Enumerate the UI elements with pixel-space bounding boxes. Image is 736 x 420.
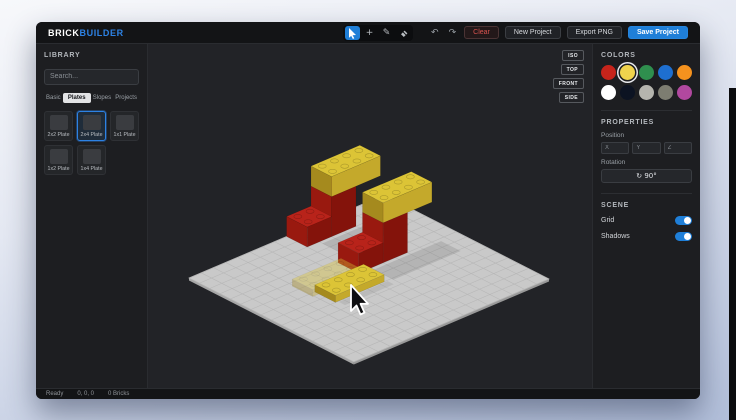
colors-title: COLORS: [601, 52, 692, 59]
select-tool-button[interactable]: [345, 26, 360, 40]
new-project-button[interactable]: New Project: [505, 26, 561, 39]
inspector-panel: COLORS PROPERTIES Position: [592, 44, 700, 388]
shadows-label: Shadows: [601, 233, 630, 240]
view-button-side[interactable]: SIDE: [559, 92, 584, 103]
grid-label: Grid: [601, 217, 614, 224]
item-label: 2x2 Plate: [48, 132, 70, 137]
properties-title: PROPERTIES: [601, 119, 692, 126]
scene-title: SCENE: [601, 202, 692, 209]
redo-icon[interactable]: ↷: [447, 28, 459, 38]
app-body: LIBRARY Basic Plates Slopes Projects 2x2…: [36, 44, 700, 388]
cursor-icon: [348, 28, 357, 39]
item-label: 2x4 Plate: [81, 132, 103, 137]
color-swatch-lightgray[interactable]: [639, 85, 654, 100]
tab-slopes[interactable]: Slopes: [91, 93, 113, 103]
desktop-background: BRICKBUILDER + ✎: [0, 0, 736, 420]
brick-thumbnail: [50, 149, 68, 164]
erase-tool-button[interactable]: [396, 26, 411, 40]
brush-icon: ✎: [383, 28, 391, 38]
clear-button[interactable]: Clear: [464, 26, 499, 39]
header-actions: ↶ ↷ Clear New Project Export PNG Save Pr…: [429, 26, 688, 39]
view-button-top[interactable]: TOP: [561, 64, 584, 75]
add-tool-button[interactable]: +: [362, 26, 377, 40]
rotation-label: Rotation: [601, 159, 692, 166]
tab-basic[interactable]: Basic: [44, 93, 63, 103]
brick-thumbnail: [116, 115, 134, 130]
paint-tool-button[interactable]: ✎: [379, 26, 394, 40]
tab-plates[interactable]: Plates: [63, 93, 91, 103]
status-bar: Ready 0, 0, 0 0 Bricks: [36, 388, 700, 399]
color-swatch-gray[interactable]: [658, 85, 673, 100]
color-swatch-red[interactable]: [601, 65, 616, 80]
library-tabs: Basic Plates Slopes Projects: [44, 93, 139, 103]
status-brick-count: 0 Bricks: [108, 391, 129, 397]
library-panel: LIBRARY Basic Plates Slopes Projects 2x2…: [36, 44, 148, 388]
shadows-toggle[interactable]: [675, 232, 692, 241]
color-swatch-white[interactable]: [601, 85, 616, 100]
position-y-field[interactable]: [632, 142, 660, 154]
status-coordinates: 0, 0, 0: [77, 391, 94, 397]
screen-edge-strip: [729, 88, 736, 420]
save-project-button[interactable]: Save Project: [628, 26, 688, 39]
position-label: Position: [601, 132, 692, 139]
brick-thumbnail: [50, 115, 68, 130]
color-swatch-green[interactable]: [639, 65, 654, 80]
brick-thumbnail: [83, 149, 101, 164]
library-item-1x2-plate[interactable]: 1x2 Plate: [44, 145, 73, 175]
library-item-2x2-plate[interactable]: 2x2 Plate: [44, 111, 73, 141]
view-buttons: ISO TOP FRONT SIDE: [553, 50, 584, 103]
eraser-icon: [399, 28, 409, 38]
color-swatch-orange[interactable]: [677, 65, 692, 80]
brick-thumbnail: [83, 115, 101, 130]
export-png-button[interactable]: Export PNG: [567, 26, 622, 39]
search-input[interactable]: [44, 69, 139, 85]
undo-icon[interactable]: ↶: [429, 28, 441, 38]
app-window: BRICKBUILDER + ✎: [36, 22, 700, 399]
divider: [601, 193, 692, 194]
library-title: LIBRARY: [44, 52, 139, 59]
logo-builder: BUILDER: [80, 28, 124, 38]
grid-toggle-row: Grid: [601, 216, 692, 225]
color-swatch-black[interactable]: [620, 85, 635, 100]
color-swatch-yellow[interactable]: [620, 65, 635, 80]
divider: [601, 110, 692, 111]
tab-projects[interactable]: Projects: [113, 93, 139, 103]
library-item-2x4-plate[interactable]: 2x4 Plate: [77, 111, 106, 141]
grid-toggle[interactable]: [675, 216, 692, 225]
viewport-3d-scene[interactable]: [148, 44, 590, 388]
color-swatch-blue[interactable]: [658, 65, 673, 80]
view-button-front[interactable]: FRONT: [553, 78, 584, 89]
shadows-toggle-row: Shadows: [601, 232, 692, 241]
color-swatch-magenta[interactable]: [677, 85, 692, 100]
position-inputs: [601, 142, 692, 154]
library-item-1x1-plate[interactable]: 1x1 Plate: [110, 111, 139, 141]
plus-icon: +: [366, 28, 374, 38]
position-z-field[interactable]: [664, 142, 692, 154]
library-items: 2x2 Plate 2x4 Plate 1x1 Plate 1x2 Plate: [44, 111, 139, 175]
viewport-3d[interactable]: ISO TOP FRONT SIDE: [148, 44, 592, 388]
view-button-iso[interactable]: ISO: [562, 50, 584, 61]
app-logo: BRICKBUILDER: [48, 28, 124, 38]
status-ready: Ready: [46, 391, 63, 397]
tool-group: + ✎: [343, 25, 413, 41]
library-item-1x4-plate[interactable]: 1x4 Plate: [77, 145, 106, 175]
logo-brick: BRICK: [48, 28, 80, 38]
color-swatches: [601, 65, 692, 100]
rotate-90-button[interactable]: ↻ 90°: [601, 169, 692, 183]
item-label: 1x1 Plate: [114, 132, 136, 137]
header-bar: BRICKBUILDER + ✎: [36, 22, 700, 44]
item-label: 1x4 Plate: [81, 166, 103, 171]
item-label: 1x2 Plate: [48, 166, 70, 171]
position-x-field[interactable]: [601, 142, 629, 154]
